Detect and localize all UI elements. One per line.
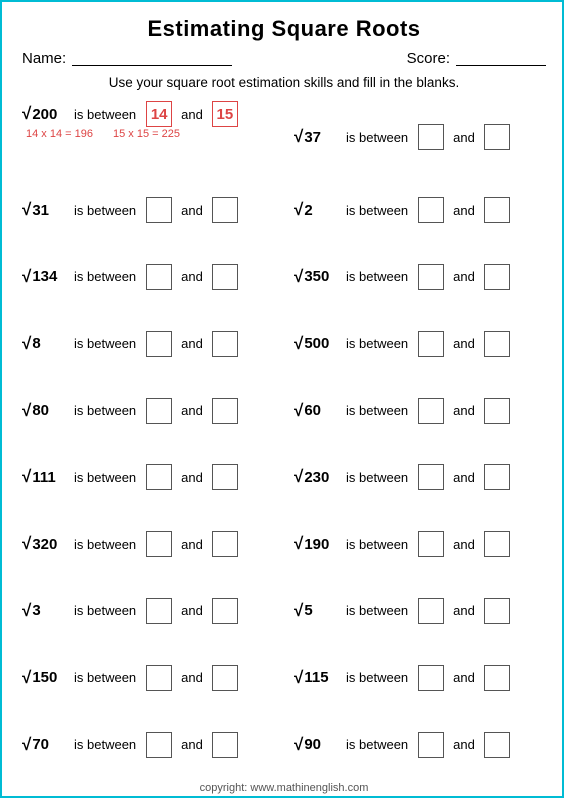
answer-box1-p7[interactable]: [146, 331, 172, 357]
sqrt-expr-p10: √60: [294, 401, 338, 421]
answer-box1-p4[interactable]: [418, 197, 444, 223]
sqrt-expr-p16: √5: [294, 601, 338, 621]
problem-p13: √320 is between and: [18, 511, 284, 578]
sqrt-expr-p1: √200: [22, 104, 66, 124]
answer-box2-p15[interactable]: [212, 598, 238, 624]
problem-p10: √60 is between and: [284, 377, 550, 444]
problem-p11: √111 is between and: [18, 444, 284, 511]
instructions-text: Use your square root estimation skills a…: [18, 75, 550, 90]
sqrt-expr-p12: √230: [294, 467, 338, 487]
page-title: Estimating Square Roots: [18, 10, 550, 50]
answer-box2-p9[interactable]: [212, 398, 238, 424]
sqrt-expr-p2: √37: [294, 127, 338, 147]
answer-box2-p2[interactable]: [484, 124, 510, 150]
answer-box1-p17[interactable]: [146, 665, 172, 691]
score-field: Score:: [407, 50, 546, 67]
score-label: Score:: [407, 50, 450, 67]
answer-box1-p9[interactable]: [146, 398, 172, 424]
sqrt-expr-p7: √8: [22, 334, 66, 354]
answer-box2-p19[interactable]: [212, 732, 238, 758]
problem-p2: √37 is between and: [284, 98, 550, 177]
answer-box1-p20[interactable]: [418, 732, 444, 758]
answer-box1-p8[interactable]: [418, 331, 444, 357]
problem-p20: √90 is between and: [284, 711, 550, 778]
sqrt-expr-p4: √2: [294, 200, 338, 220]
sqrt-expr-p20: √90: [294, 735, 338, 755]
problem-p18: √115 is between and: [284, 644, 550, 711]
page: Estimating Square Roots Name: Score: Use…: [2, 2, 564, 800]
copyright-text: copyright: www.mathinenglish.com: [18, 778, 550, 796]
answer-box2-p3[interactable]: [212, 197, 238, 223]
answer-box2-p12[interactable]: [484, 464, 510, 490]
answer-box2-p13[interactable]: [212, 531, 238, 557]
answer-box1-p2[interactable]: [418, 124, 444, 150]
answer-box2-p4[interactable]: [484, 197, 510, 223]
problems-grid: √200 is between 14 and 15 14 x 14 = 1961…: [18, 98, 550, 778]
score-underline: [456, 52, 546, 66]
answer-box1-p13[interactable]: [146, 531, 172, 557]
problem-p14: √190 is between and: [284, 511, 550, 578]
answer-box2-p16[interactable]: [484, 598, 510, 624]
problem-p16: √5 is between and: [284, 578, 550, 645]
problem-p6: √350 is between and: [284, 244, 550, 311]
sqrt-expr-p3: √31: [22, 200, 66, 220]
sqrt-expr-p15: √3: [22, 601, 66, 621]
name-score-row: Name: Score:: [18, 50, 550, 67]
sqrt-expr-p18: √115: [294, 668, 338, 688]
answer-box1-p10[interactable]: [418, 398, 444, 424]
answer-box2-p7[interactable]: [212, 331, 238, 357]
answer-box1-p5[interactable]: [146, 264, 172, 290]
answer-box1-p12[interactable]: [418, 464, 444, 490]
name-underline: [72, 52, 232, 66]
problem-p7: √8 is between and: [18, 310, 284, 377]
answer-box1-p18[interactable]: [418, 665, 444, 691]
problem-p15: √3 is between and: [18, 578, 284, 645]
name-label: Name:: [22, 50, 66, 67]
answer-box2-p18[interactable]: [484, 665, 510, 691]
problem-p19: √70 is between and: [18, 711, 284, 778]
answer-box2-p14[interactable]: [484, 531, 510, 557]
problem-p4: √2 is between and: [284, 177, 550, 244]
sqrt-expr-p13: √320: [22, 534, 66, 554]
sqrt-expr-p19: √70: [22, 735, 66, 755]
answer-box1-p15[interactable]: [146, 598, 172, 624]
answer-box2-p11[interactable]: [212, 464, 238, 490]
answer-box1-p1[interactable]: 14: [146, 101, 172, 127]
answer-box1-p6[interactable]: [418, 264, 444, 290]
sqrt-expr-p17: √150: [22, 668, 66, 688]
answer-box2-p17[interactable]: [212, 665, 238, 691]
problem-p8: √500 is between and: [284, 310, 550, 377]
answer-box1-p11[interactable]: [146, 464, 172, 490]
answer-box1-p3[interactable]: [146, 197, 172, 223]
answer-box2-p5[interactable]: [212, 264, 238, 290]
problem-p3: √31 is between and: [18, 177, 284, 244]
problem-p12: √230 is between and: [284, 444, 550, 511]
hint1: 14 x 14 = 196: [26, 128, 93, 140]
problem-p17: √150 is between and: [18, 644, 284, 711]
answer-box2-p20[interactable]: [484, 732, 510, 758]
answer-box2-p1[interactable]: 15: [212, 101, 238, 127]
sqrt-expr-p5: √134: [22, 267, 66, 287]
answer-box2-p6[interactable]: [484, 264, 510, 290]
sqrt-expr-p9: √80: [22, 401, 66, 421]
hint2: 15 x 15 = 225: [113, 128, 180, 140]
name-field: Name:: [22, 50, 232, 67]
sqrt-expr-p14: √190: [294, 534, 338, 554]
sqrt-expr-p11: √111: [22, 467, 66, 487]
sqrt-expr-p6: √350: [294, 267, 338, 287]
answer-box2-p8[interactable]: [484, 331, 510, 357]
answer-box1-p16[interactable]: [418, 598, 444, 624]
problem-p1: √200 is between 14 and 15 14 x 14 = 1961…: [18, 98, 284, 177]
problem-p9: √80 is between and: [18, 377, 284, 444]
answer-box1-p19[interactable]: [146, 732, 172, 758]
problem-p5: √134 is between and: [18, 244, 284, 311]
answer-box2-p10[interactable]: [484, 398, 510, 424]
answer-box1-p14[interactable]: [418, 531, 444, 557]
sqrt-expr-p8: √500: [294, 334, 338, 354]
